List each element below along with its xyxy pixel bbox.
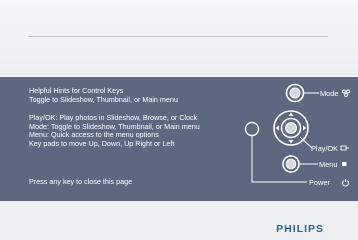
menu-button	[282, 155, 318, 173]
brand-logo: PHILIPS	[276, 223, 324, 235]
power-label: Power	[309, 178, 330, 187]
play-ok-icon	[340, 145, 349, 151]
dpad-control	[273, 110, 313, 149]
play-ok-label: Play/OK	[311, 144, 339, 153]
mode-button	[285, 83, 319, 103]
menu-icon	[342, 162, 347, 166]
mode-label: Mode	[320, 89, 339, 98]
power-icon	[342, 179, 349, 187]
menu-label: Menu	[319, 160, 338, 169]
mode-icon	[342, 89, 350, 97]
